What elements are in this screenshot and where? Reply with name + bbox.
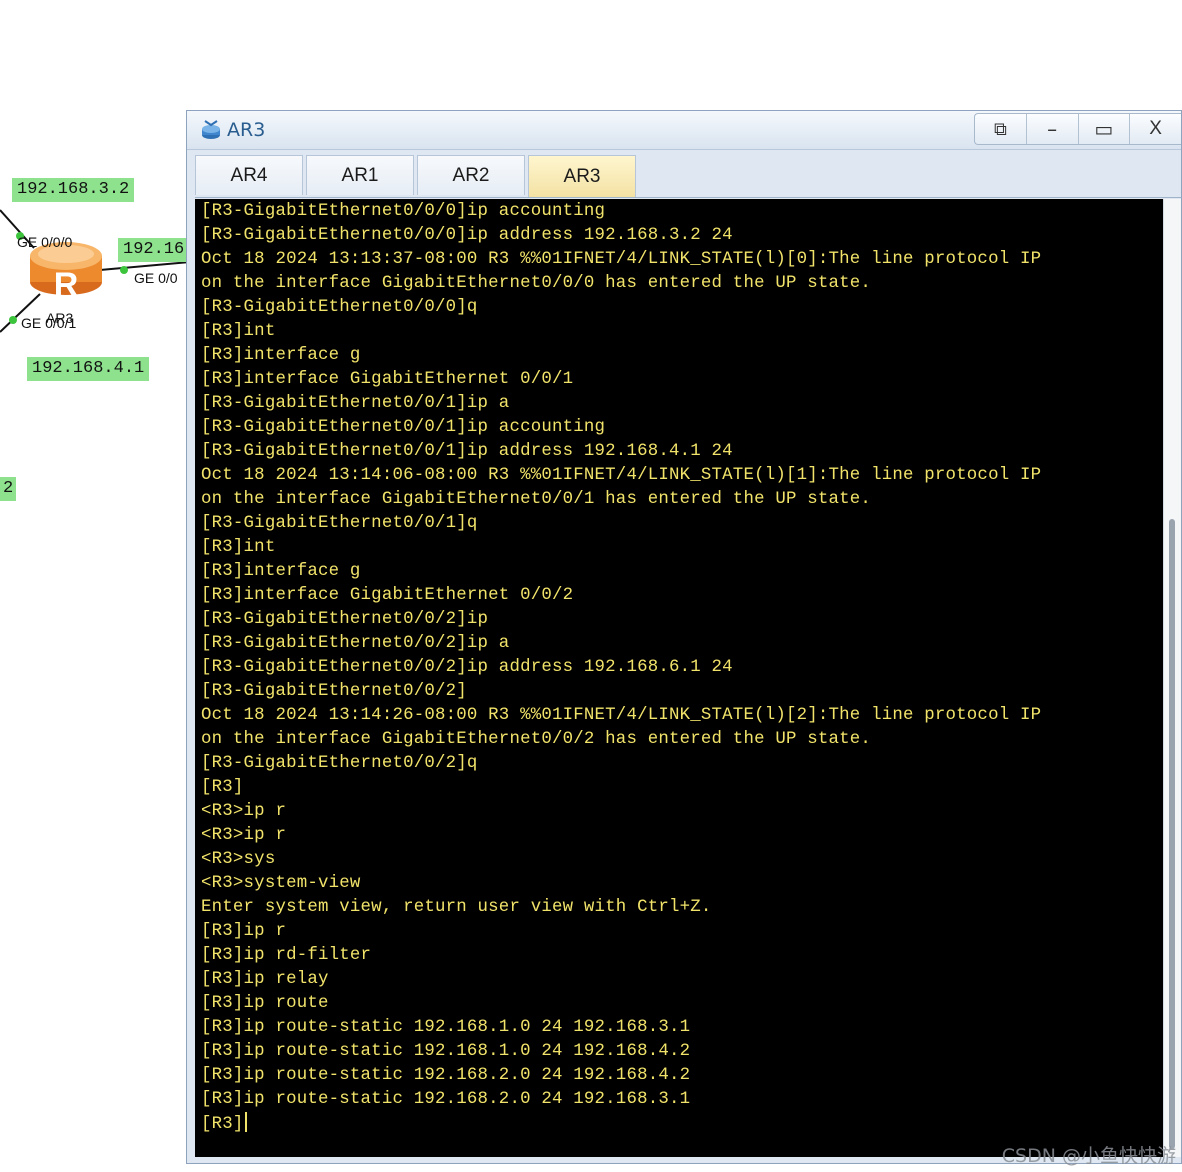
window-title: AR3 xyxy=(227,119,266,141)
ip-label-partial: 2 xyxy=(0,477,17,501)
terminal-line: [R3-GigabitEthernet0/0/1]q xyxy=(201,514,478,533)
terminal-line: Oct 18 2024 13:13:37-08:00 R3 %%01IFNET/… xyxy=(201,250,1042,269)
close-icon: X xyxy=(1149,118,1162,139)
terminal-line: [R3-GigabitEthernet0/0/1]ip address 192.… xyxy=(201,442,733,461)
ip-label-192-168-3-2: 192.168.3.2 xyxy=(12,178,135,202)
terminal-line: [R3-GigabitEthernet0/0/2]q xyxy=(201,754,478,773)
ip-label-192-168-4-1: 192.168.4.1 xyxy=(27,357,150,381)
terminal-line: [R3-GigabitEthernet0/0/0]q xyxy=(201,298,478,317)
terminal-line: [R3]ip route-static 192.168.1.0 24 192.1… xyxy=(201,1042,691,1061)
ip-label-192-16: 192.16 xyxy=(118,238,190,262)
restore-icon: ⧉ xyxy=(993,118,1007,140)
window-controls: ⧉ – ▭ X xyxy=(974,113,1181,145)
window-titlebar[interactable]: AR3 ⧉ – ▭ X xyxy=(187,111,1181,150)
terminal-line: <R3>ip r xyxy=(201,802,287,821)
router-letter: R xyxy=(54,266,79,304)
text-cursor xyxy=(244,1112,247,1132)
link-ge00 xyxy=(99,261,190,271)
terminal-line: [R3]ip route-static 192.168.2.0 24 192.1… xyxy=(201,1090,691,1109)
terminal-line: [R3]ip route xyxy=(201,994,329,1013)
maximize-button[interactable]: ▭ xyxy=(1077,114,1130,144)
terminal-line: [R3]ip rd-filter xyxy=(201,946,372,965)
port-dot-ge00 xyxy=(120,266,128,274)
close-button[interactable]: X xyxy=(1129,114,1181,144)
terminal-line: [R3] xyxy=(201,1112,1165,1137)
tab-ar2[interactable]: AR2 xyxy=(417,155,525,195)
terminal-line: [R3-GigabitEthernet0/0/2] xyxy=(201,682,467,701)
minimize-button[interactable]: – xyxy=(1025,114,1078,144)
terminal-line: [R3]interface g xyxy=(201,562,361,581)
watermark: CSDN @小鱼快快游 xyxy=(1001,1145,1176,1167)
tab-ar1[interactable]: AR1 xyxy=(306,155,414,195)
minimize-icon: – xyxy=(1047,117,1058,141)
router-icon[interactable]: R xyxy=(30,242,102,304)
topology-links: R xyxy=(0,209,190,333)
terminal-line: Oct 18 2024 13:14:26-08:00 R3 %%01IFNET/… xyxy=(201,706,1042,725)
tab-ar4[interactable]: AR4 xyxy=(195,155,303,195)
router-console-icon xyxy=(202,120,220,139)
terminal-line: Enter system view, return user view with… xyxy=(201,898,712,917)
terminal-line: [R3]int xyxy=(201,538,276,557)
terminal-line: [R3-GigabitEthernet0/0/1]ip accounting xyxy=(201,418,606,437)
terminal-line: [R3]int xyxy=(201,322,276,341)
port-label-ge00: GE 0/0 xyxy=(134,270,178,286)
terminal-line: [R3]ip relay xyxy=(201,970,329,989)
terminal-line: [R3]ip route-static 192.168.2.0 24 192.1… xyxy=(201,1066,691,1085)
terminal-line: [R3] xyxy=(201,778,244,797)
terminal-line: on the interface GigabitEthernet0/0/1 ha… xyxy=(201,490,872,509)
terminal-line: [R3]interface g xyxy=(201,346,361,365)
terminal-line: [R3]interface GigabitEthernet 0/0/1 xyxy=(201,370,574,389)
terminal-line: [R3-GigabitEthernet0/0/2]ip address 192.… xyxy=(201,658,733,677)
terminal-line: [R3-GigabitEthernet0/0/2]ip xyxy=(201,610,489,629)
port-dot-ge001 xyxy=(9,316,17,324)
terminal-line: [R3-GigabitEthernet0/0/0]ip address 192.… xyxy=(201,226,733,245)
terminal-output[interactable]: [R3-GigabitEthernet0/0/0]ip accounting [R… xyxy=(195,199,1165,1157)
terminal-line: <R3>ip r xyxy=(201,826,287,845)
scrollbar-thumb[interactable] xyxy=(1169,519,1175,1149)
terminal-line: [R3]interface GigabitEthernet 0/0/2 xyxy=(201,586,574,605)
topology-canvas: R 192.168.3.2 192.16 192.168.4.1 2 GE 0/… xyxy=(0,0,190,1172)
terminal-line: <R3>sys xyxy=(201,850,276,869)
terminal-line: [R3]ip r xyxy=(201,922,287,941)
terminal-line: <R3>system-view xyxy=(201,874,361,893)
terminal-line: [R3]ip route-static 192.168.1.0 24 192.1… xyxy=(201,1018,691,1037)
maximize-icon: ▭ xyxy=(1094,117,1114,141)
router-name-label: AR3 xyxy=(46,310,74,326)
tab-ar3[interactable]: AR3 xyxy=(528,155,636,197)
terminal-text: [R3-GigabitEthernet0/0/0]ip accounting [R… xyxy=(201,200,1165,1137)
console-window: AR3 ⧉ – ▭ X AR4 AR1 AR2 AR3 [R3-GigabitE… xyxy=(186,110,1182,1164)
terminal-line: Oct 18 2024 13:14:06-08:00 R3 %%01IFNET/… xyxy=(201,466,1042,485)
terminal-line: [R3-GigabitEthernet0/0/1]ip a xyxy=(201,394,510,413)
port-label-ge000: GE 0/0/0 xyxy=(17,234,73,250)
terminal-line: [R3-GigabitEthernet0/0/2]ip a xyxy=(201,634,510,653)
session-tabs: AR4 AR1 AR2 AR3 xyxy=(195,155,1181,198)
restore-button[interactable]: ⧉ xyxy=(975,114,1026,144)
terminal-line: on the interface GigabitEthernet0/0/0 ha… xyxy=(201,274,872,293)
terminal-scrollbar[interactable] xyxy=(1163,199,1181,1157)
terminal-line: [R3-GigabitEthernet0/0/0]ip accounting xyxy=(201,202,606,221)
terminal-line: on the interface GigabitEthernet0/0/2 ha… xyxy=(201,730,872,749)
